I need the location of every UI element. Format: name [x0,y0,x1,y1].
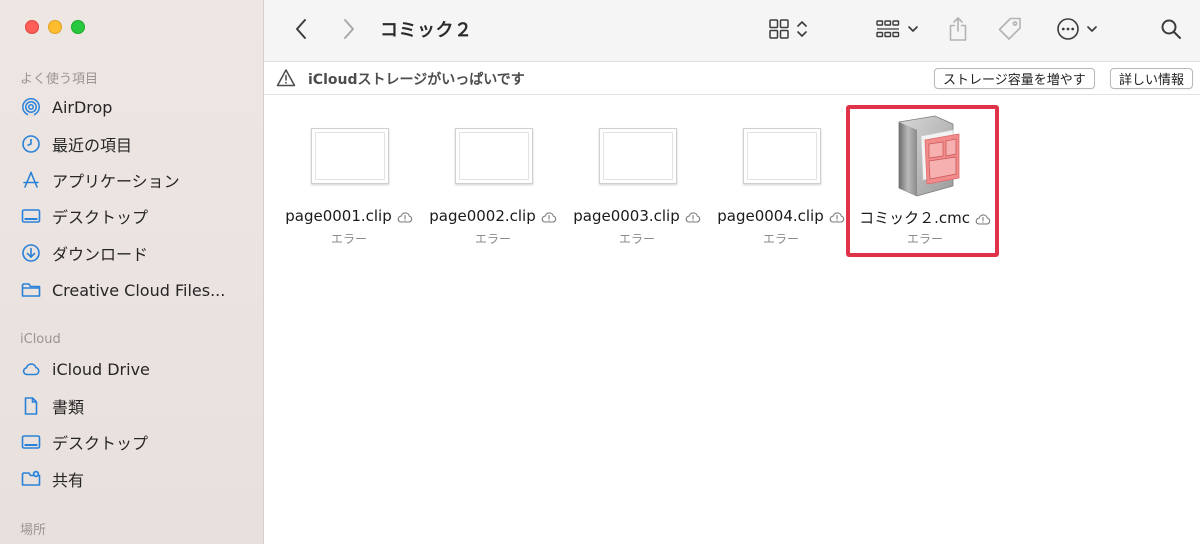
shared-folder-icon [20,468,42,490]
file-status: エラー [762,232,799,246]
sidebar-item-creative-cloud-files[interactable]: Creative Cloud Files... [20,276,250,304]
icloud-storage-warning-bar: iCloudストレージがいっぱいです ストレージ容量を増やす 詳しい情報 [264,62,1200,95]
sidebar-item-applications[interactable]: アプリケーション [20,166,250,194]
sidebar-item-label: Creative Cloud Files... [52,280,226,300]
chevron-down-icon [1087,26,1097,32]
chevron-down-icon [908,26,918,32]
file-status: エラー [330,232,367,246]
sidebar: よく使う項目 AirDrop 最近の項目 アプリケーション デスクトップ ダウン… [0,0,264,544]
sidebar-item-icloud-desktop[interactable]: デスクトップ [20,428,250,456]
sidebar-item-documents[interactable]: 書類 [20,392,250,420]
sidebar-item-airdrop[interactable]: AirDrop [20,93,250,121]
file-name: page0001.clip [285,207,392,225]
file-thumbnail [455,128,533,184]
tag-icon [998,17,1021,40]
folder-icon [20,279,42,301]
sidebar-item-icloud-drive[interactable]: iCloud Drive [20,355,250,383]
file-status: エラー [618,232,655,246]
icloud-section-header: iCloud [20,332,61,347]
sidebar-item-desktop[interactable]: デスクトップ [20,202,250,230]
forward-button[interactable] [338,14,360,44]
file-item[interactable]: page0002.clip エラー [423,118,563,253]
file-item[interactable]: page0003.clip エラー [567,118,707,253]
sidebar-item-label: 最近の項目 [52,136,133,155]
window-controls [25,20,85,34]
sidebar-item-label: デスクトップ [52,208,149,227]
sidebar-item-label: 書類 [52,398,85,417]
grid-view-icon [769,19,789,39]
minimize-window-button[interactable] [48,20,62,34]
download-icon [20,242,42,264]
storage-warning-message: iCloudストレージがいっぱいです [308,72,525,88]
up-down-chevron-icon [797,21,807,37]
group-grid-icon [876,20,900,38]
search-button[interactable] [1158,14,1184,44]
file-name: page0002.clip [429,207,536,225]
cloud-error-icon [397,212,412,223]
tag-button[interactable] [996,14,1024,44]
file-name: page0003.clip [573,207,680,225]
file-item[interactable]: page0004.clip エラー [711,118,851,253]
desktop-icon [20,431,42,453]
cloud-error-icon [541,212,556,223]
clock-icon [20,133,42,155]
group-by-button[interactable] [872,14,922,44]
sidebar-item-label: デスクトップ [52,434,149,453]
share-button[interactable] [946,14,970,44]
locations-section-header: 場所 [20,523,47,538]
desktop-icon [20,205,42,227]
add-storage-button[interactable]: ストレージ容量を増やす [934,68,1095,89]
warning-icon [276,69,296,87]
file-status: エラー [474,232,511,246]
file-name-row: page0001.clip [279,207,419,225]
document-icon [20,395,42,417]
file-thumbnail [311,128,389,184]
cloud-error-icon [685,212,700,223]
chevron-left-icon [296,19,306,39]
sidebar-item-label: iCloud Drive [52,359,150,379]
sidebar-item-label: アプリケーション [52,172,180,191]
sidebar-item-downloads[interactable]: ダウンロード [20,239,250,267]
zoom-window-button[interactable] [71,20,85,34]
sidebar-item-recents[interactable]: 最近の項目 [20,130,250,158]
file-thumbnail [743,128,821,184]
file-name-row: page0002.clip [423,207,563,225]
cloud-icon [20,358,42,380]
applications-icon [20,169,42,191]
more-actions-button[interactable] [1052,14,1102,44]
sidebar-item-label: 共有 [52,471,85,490]
toolbar: コミック２ [264,0,1200,62]
file-name: page0004.clip [717,207,824,225]
window-title: コミック２ [380,20,473,41]
file-thumbnail [599,128,677,184]
file-item[interactable]: page0001.clip エラー [279,118,419,253]
favorites-section-header: よく使う項目 [20,72,99,87]
search-icon [1161,19,1181,39]
highlight-annotation-box [846,105,999,257]
cloud-error-icon [829,212,844,223]
file-name-row: page0004.clip [711,207,851,225]
share-icon [949,17,967,41]
chevron-right-icon [344,19,354,39]
sidebar-item-label: ダウンロード [52,245,149,264]
details-button[interactable]: 詳しい情報 [1110,68,1194,89]
sidebar-item-shared[interactable]: 共有 [20,465,250,493]
close-window-button[interactable] [25,20,39,34]
sidebar-item-label: AirDrop [52,97,113,117]
airdrop-icon [20,96,42,118]
back-button[interactable] [290,14,312,44]
view-mode-button[interactable] [764,14,812,44]
ellipsis-circle-icon [1057,18,1079,40]
file-name-row: page0003.clip [567,207,707,225]
